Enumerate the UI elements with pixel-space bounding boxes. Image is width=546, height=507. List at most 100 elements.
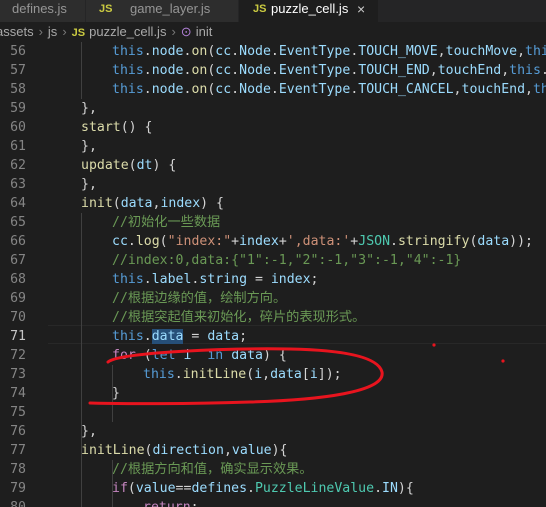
- code-token: .: [270, 63, 279, 78]
- breadcrumb-symbol[interactable]: init: [196, 22, 213, 42]
- breadcrumb: assets › js › JSpuzzle_cell.js › ⊙ init: [0, 22, 546, 42]
- code-token: on: [191, 63, 208, 78]
- line-number: 80: [0, 498, 26, 507]
- line-number: 60: [10, 120, 26, 135]
- code-text: },: [81, 137, 97, 156]
- code-token: data: [270, 367, 302, 382]
- code-token: this: [532, 82, 546, 97]
- code-token: =: [247, 272, 271, 287]
- code-token: ;: [191, 500, 199, 507]
- code-token: cc: [215, 44, 232, 59]
- code-token: this: [112, 63, 144, 78]
- code-token: //根据突起值来初始化，碎片的表现形式。: [112, 310, 366, 325]
- code-token: ==: [175, 481, 192, 496]
- line-number: 77: [10, 443, 26, 458]
- code-token: this: [112, 329, 144, 344]
- code-token: data: [477, 234, 510, 249]
- tab-game-layer[interactable]: JS game_layer.js: [86, 0, 239, 22]
- code-text: //根据边缘的值，绘制方向。: [112, 289, 286, 308]
- code-editor[interactable]: 56 this.node.on(cc.Node.EventType.TOUCH_M…: [0, 42, 546, 507]
- tab-puzzle-cell[interactable]: JS puzzle_cell.js ×: [239, 0, 379, 22]
- code-token: PuzzleLineValue: [254, 481, 375, 496]
- code-token: ,: [501, 63, 510, 78]
- code-token: .: [374, 481, 383, 496]
- code-token: },: [81, 424, 97, 439]
- code-token: },: [81, 139, 97, 154]
- code-token: },: [81, 101, 97, 116]
- code-text: this.initLine(i,data[i]);: [143, 365, 342, 384]
- code-token: return: [143, 500, 191, 507]
- line-number: 71: [10, 329, 26, 344]
- code-token: index: [270, 272, 311, 287]
- code-line[interactable]: 64 init(data,index) {: [0, 194, 546, 213]
- code-token: EventType: [278, 44, 351, 59]
- code-token: ;: [310, 272, 319, 287]
- code-token: data: [207, 329, 240, 344]
- code-token: .: [143, 82, 152, 97]
- line-number: 64: [10, 196, 26, 211]
- code-token: let: [151, 348, 176, 363]
- code-token: data: [231, 348, 263, 363]
- code-text: update(dt) {: [81, 156, 176, 175]
- code-token: ]);: [317, 367, 342, 382]
- code-token: value: [231, 443, 272, 458]
- code-token: for: [112, 348, 136, 363]
- line-number: 65: [10, 215, 26, 230]
- code-text: this.node.on(cc.Node.EventType.TOUCH_CAN…: [112, 80, 546, 99]
- code-token: touchEnd: [461, 82, 526, 97]
- code-token: TOUCH_END: [358, 63, 430, 78]
- code-token: },: [81, 177, 97, 192]
- code-token: ,: [517, 44, 526, 59]
- code-line[interactable]: 63},: [0, 175, 546, 194]
- code-token: +: [231, 234, 240, 249]
- line-number: 63: [10, 177, 26, 192]
- tab-defines[interactable]: JS defines.js: [0, 0, 86, 22]
- code-token: if: [112, 481, 128, 496]
- code-token: EventType: [278, 82, 351, 97]
- code-token: .: [247, 481, 255, 496]
- code-token: () {: [120, 120, 153, 135]
- code-text: //index:0,data:{"1":-1,"2":-1,"3":-1,"4"…: [112, 251, 461, 270]
- code-token: (: [127, 481, 136, 496]
- code-token: defines: [191, 481, 248, 496]
- code-token: TOUCH_MOVE: [358, 44, 438, 59]
- close-icon[interactable]: ×: [357, 0, 365, 18]
- code-token: cc: [112, 234, 128, 249]
- code-line[interactable]: 61},: [0, 137, 546, 156]
- indent-guide: [112, 365, 113, 422]
- breadcrumb-file[interactable]: puzzle_cell.js: [89, 22, 166, 42]
- code-token: (: [135, 348, 152, 363]
- js-file-icon: JS: [253, 3, 267, 15]
- code-text: if(value==defines.PuzzleLineValue.IN){: [112, 479, 414, 498]
- code-token: this: [112, 272, 144, 287]
- code-token: ,: [262, 367, 271, 382]
- code-line[interactable]: 60 start() {: [0, 118, 546, 137]
- code-token: node: [151, 82, 184, 97]
- chevron-right-icon: ›: [38, 24, 43, 39]
- breadcrumb-assets[interactable]: assets: [0, 22, 34, 42]
- code-line[interactable]: 62 update(dt) {: [0, 156, 546, 175]
- code-token: .: [143, 63, 152, 78]
- code-token: update: [81, 158, 129, 173]
- code-text: initLine(direction,value){: [81, 441, 288, 460]
- code-token: =: [183, 329, 208, 344]
- code-token: stringify: [397, 234, 470, 249]
- code-line[interactable]: 59},: [0, 99, 546, 118]
- line-number: 57: [10, 63, 26, 78]
- breadcrumb-js[interactable]: js: [48, 22, 57, 42]
- code-token: ) {: [200, 196, 224, 211]
- code-token: .: [541, 63, 546, 78]
- js-file-icon: JS: [99, 3, 113, 15]
- code-token: (: [159, 234, 168, 249]
- chevron-right-icon: ›: [62, 24, 67, 39]
- code-token: .: [270, 44, 279, 59]
- code-token: ,: [453, 82, 462, 97]
- line-number: 61: [10, 139, 26, 154]
- code-token: .: [143, 272, 152, 287]
- line-number: 78: [10, 462, 26, 477]
- code-token: ){: [397, 481, 414, 496]
- code-token: cc: [215, 63, 232, 78]
- tab-label: game_layer.js: [130, 1, 211, 16]
- code-token: touchEnd: [437, 63, 502, 78]
